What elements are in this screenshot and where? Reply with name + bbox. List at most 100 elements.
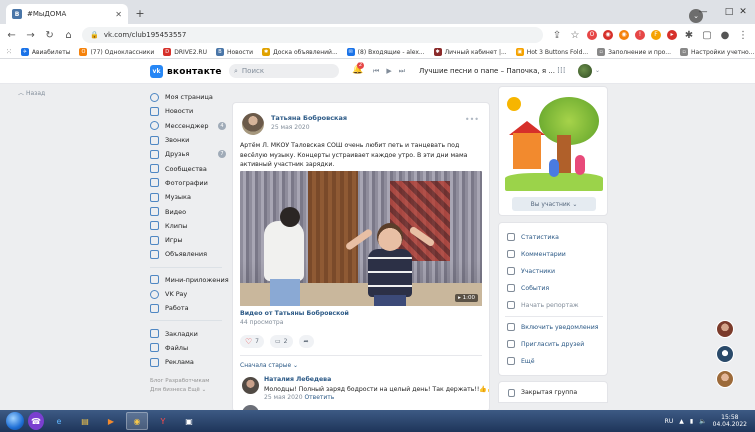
tray-arrow-icon[interactable]: ▲ — [679, 418, 684, 425]
profile-menu-chevron-icon[interactable]: ⌄ — [595, 67, 600, 74]
puzzle-icon[interactable]: ✱ — [683, 30, 695, 41]
now-playing[interactable]: Лучшие песни о папе – Папочка, я ... — [419, 67, 555, 75]
group-cover-image[interactable] — [505, 95, 603, 191]
video-thumbnail[interactable]: ▸ 1:00 — [240, 171, 482, 306]
like-button[interactable]: ♡ 7 — [240, 335, 264, 348]
chat-avatar[interactable] — [716, 370, 734, 388]
chrome-icon[interactable]: ◉ — [126, 412, 148, 430]
menu-item[interactable]: Реклама — [150, 355, 230, 369]
forward-arrow-icon[interactable]: → — [25, 30, 36, 41]
member-status-button[interactable]: Вы участник ⌄ — [512, 197, 596, 211]
back-link[interactable]: ︿ Назад — [18, 88, 45, 97]
bookmark-item[interactable]: D DRIVE2.RU — [163, 48, 207, 56]
url-input[interactable]: 🔒 vk.com/club195453557 — [82, 27, 543, 43]
menu-item[interactable]: Объявления — [150, 247, 230, 261]
network-icon[interactable]: ▮ — [690, 418, 693, 425]
profile-icon[interactable]: ● — [719, 30, 731, 41]
home-icon[interactable]: ⌂ — [63, 30, 74, 41]
group-action-link[interactable]: Включить уведомления — [507, 323, 598, 331]
post-author[interactable]: Татьяна Бобровская — [271, 114, 347, 122]
menu-item[interactable]: Друзья 7 — [150, 147, 230, 161]
extension-opera-icon[interactable]: O — [587, 30, 597, 40]
prev-track-icon[interactable]: ⏮ — [373, 67, 379, 76]
sidebar-icon[interactable]: ▢ — [701, 30, 713, 41]
notifications-bell-icon[interactable]: 🔔 2 — [352, 62, 364, 75]
explorer-icon[interactable]: ▤ — [74, 412, 96, 430]
new-tab-button[interactable]: + — [133, 7, 147, 21]
bookmark-item[interactable]: ▫ Настройки учетно... — [680, 48, 754, 56]
bookmark-item[interactable]: О (77) Одноклассники — [79, 48, 154, 56]
bookmark-item[interactable]: ▣ Hot 3 Buttons Fold... — [515, 48, 588, 56]
reload-icon[interactable]: ↻ — [44, 30, 55, 41]
bookmark-item[interactable]: ✱ Доска объявлений... — [262, 48, 338, 56]
apps-grid-icon[interactable]: ⁙ — [6, 48, 12, 56]
group-action-link[interactable]: Пригласить друзей — [507, 340, 584, 348]
group-action-link[interactable]: Статистика — [507, 233, 559, 241]
extension-red-icon[interactable]: ! — [635, 30, 645, 40]
vk-logo[interactable]: vk вконтакте — [150, 65, 222, 78]
clock[interactable]: 15:58 04.04.2022 — [713, 414, 747, 428]
close-window-button[interactable]: ✕ — [731, 0, 755, 24]
share-button[interactable]: ➦ — [298, 335, 314, 348]
share-icon[interactable]: ⇪ — [551, 30, 563, 41]
volume-icon[interactable]: 🔈 — [699, 418, 706, 425]
menu-item[interactable]: Новости — [150, 104, 230, 118]
comment-button[interactable]: ▭ 2 — [270, 335, 293, 348]
post-date[interactable]: 25 мая 2020 — [271, 124, 310, 131]
back-arrow-icon[interactable]: ← — [6, 30, 17, 41]
viber-icon[interactable]: ☎ — [28, 412, 44, 430]
author-avatar[interactable] — [242, 113, 264, 135]
video-title[interactable]: Видео от Татьяны Бобровской — [240, 310, 349, 317]
footer-links-1[interactable]: Блог Разработчикам — [150, 377, 209, 386]
menu-item[interactable]: Сообщества — [150, 161, 230, 175]
bookmark-item[interactable]: В Новости — [215, 48, 253, 56]
footer-links-2[interactable]: Для бизнеса Ещё ⌄ — [150, 386, 209, 395]
group-action-link[interactable]: Комментарии — [507, 250, 566, 258]
commenter-avatar[interactable] — [242, 377, 259, 394]
commenter-name[interactable]: Наталия Лебедева — [264, 376, 331, 383]
play-icon[interactable]: ▶ — [386, 67, 391, 76]
ie-icon[interactable]: e — [48, 412, 70, 430]
menu-item[interactable]: Музыка — [150, 190, 230, 204]
menu-dots-icon[interactable]: ⋮ — [737, 30, 749, 41]
next-track-icon[interactable]: ⏭ — [399, 67, 405, 76]
yandex-icon[interactable]: Y — [152, 412, 174, 430]
chat-avatar[interactable] — [716, 320, 734, 338]
extension-yellow-icon[interactable]: F — [651, 30, 661, 40]
menu-item[interactable]: Работа — [150, 301, 230, 315]
extension-flag-icon[interactable]: ▸ — [667, 30, 677, 40]
menu-item[interactable]: Фотографии — [150, 176, 230, 190]
group-action-link[interactable]: Ещё — [507, 357, 535, 365]
menu-item[interactable]: Звонки — [150, 133, 230, 147]
group-action-link[interactable]: События — [507, 284, 549, 292]
menu-item[interactable]: Моя страница — [150, 90, 230, 104]
menu-item[interactable]: Мини-приложения — [150, 273, 230, 287]
browser-tab[interactable]: B #МыДОМА ✕ — [6, 4, 128, 24]
menu-item[interactable]: Файлы — [150, 341, 230, 355]
bookmark-item[interactable]: ▫ Заполнение и про... — [597, 48, 671, 56]
extension-adblock-icon[interactable]: ◉ — [603, 30, 613, 40]
language-indicator[interactable]: RU — [665, 418, 674, 425]
profile-avatar[interactable] — [578, 64, 592, 78]
comments-sort[interactable]: Сначала старые ⌄ — [240, 362, 298, 369]
more-dots-icon[interactable]: ••• — [465, 115, 479, 124]
menu-item[interactable]: Закладки — [150, 326, 230, 340]
chat-avatar[interactable] — [716, 345, 734, 363]
menu-item[interactable]: Клипы — [150, 219, 230, 233]
menu-item[interactable]: VK Pay — [150, 287, 230, 301]
bookmark-item[interactable]: ✉ (8) Входящие - alex... — [346, 48, 425, 56]
close-tab-icon[interactable]: ✕ — [115, 10, 122, 19]
group-action-link[interactable]: Участники — [507, 267, 555, 275]
search-input[interactable]: ⌕ Поиск — [229, 64, 339, 78]
group-action-link[interactable]: Начать репортаж — [507, 301, 579, 309]
bookmark-item[interactable]: ✱ Личный кабинет |... — [433, 48, 507, 56]
app-window-icon[interactable]: ▣ — [178, 412, 200, 430]
bookmark-item[interactable]: ✈ Авиабилеты — [20, 48, 70, 56]
reply-link[interactable]: Ответить — [304, 394, 334, 401]
menu-item[interactable]: Игры — [150, 233, 230, 247]
services-grid-icon[interactable]: ⁞⁞⁞ — [557, 66, 566, 76]
extension-ok-icon[interactable]: ◉ — [619, 30, 629, 40]
start-button[interactable] — [6, 412, 24, 430]
menu-item[interactable]: Мессенджер 4 — [150, 119, 230, 133]
media-player-icon[interactable]: ▶ — [100, 412, 122, 430]
